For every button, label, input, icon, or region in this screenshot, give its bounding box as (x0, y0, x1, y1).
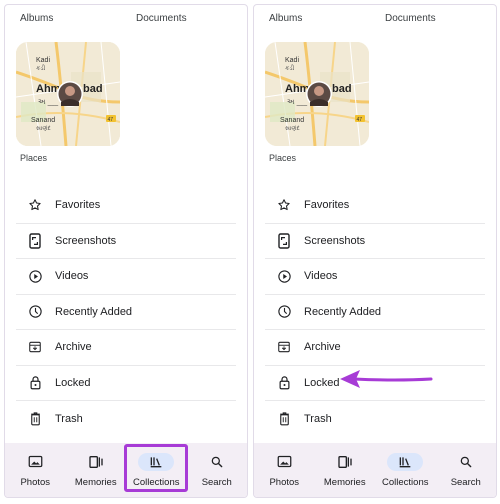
places-label: Places (20, 153, 48, 163)
places-label: Places (269, 153, 297, 163)
list-item-screenshots[interactable]: Screenshots (265, 224, 485, 259)
list-item-label: Locked (304, 376, 340, 389)
collections-highlight-box (124, 444, 188, 492)
list-item-label: Videos (55, 270, 89, 283)
albums-label: Albums (269, 13, 303, 24)
list-item-label: Trash (55, 412, 83, 425)
map-label-city-part1: Ahm (36, 83, 61, 95)
clock-icon (26, 303, 44, 321)
list-item-label: Trash (304, 412, 332, 425)
nav-search-label: Search (201, 476, 232, 488)
list-item-trash[interactable]: Trash (265, 401, 485, 437)
documents-label[interactable]: Documents (136, 13, 187, 24)
list-item-label: Screenshots (304, 234, 366, 247)
map-label-city-part1: Ahm (285, 83, 310, 95)
list-item-screenshots[interactable]: Screenshots (16, 224, 236, 259)
list-item-recently-added[interactable]: Recently Added (265, 295, 485, 330)
right-phone-panel: Albums Documents Kadi કડી Ahm bad અ ___ … (253, 4, 497, 498)
map-label-sanand-script: સાણંદ (285, 125, 301, 132)
star-icon (275, 196, 293, 214)
list-item-label: Favorites (304, 199, 350, 212)
bottom-navigation: Photos Memories Collections Search (254, 443, 496, 497)
nav-search-label: Search (450, 476, 481, 488)
locked-arrow-annotation (340, 370, 433, 388)
memories-icon (78, 453, 114, 471)
map-label-kadi: Kadi (285, 57, 299, 64)
album-header-row: Albums Documents (5, 13, 247, 29)
nav-collections[interactable]: Collections (375, 443, 436, 497)
map-label-kadi: Kadi (36, 57, 50, 64)
map-label-city-part2: bad (332, 83, 352, 95)
list-item-favorites[interactable]: Favorites (16, 188, 236, 224)
lock-icon (275, 374, 293, 392)
map-label-city-part2: bad (83, 83, 103, 95)
list-item-label: Videos (304, 270, 338, 283)
left-phone-panel: Albums Documents Kadi કડી Ahm bad અ ___ … (4, 4, 248, 498)
list-item-label: Archive (55, 341, 92, 354)
lock-icon (26, 374, 44, 392)
list-item-videos[interactable]: Videos (16, 259, 236, 295)
trash-icon (275, 410, 293, 428)
map-label-kadi-script: કડી (285, 64, 295, 72)
list-item-label: Archive (304, 341, 341, 354)
list-item-videos[interactable]: Videos (265, 259, 485, 295)
list-item-label: Recently Added (304, 305, 382, 318)
nav-memories-label: Memories (74, 476, 117, 488)
map-graphic: Kadi કડી Ahm bad અ ___ ાદ Sanand સાણંદ 4… (265, 42, 369, 146)
nav-photos-label: Photos (20, 476, 51, 488)
places-map-thumbnail[interactable]: Kadi કડી Ahm bad અ ___ ાદ Sanand સાણંદ 4… (16, 42, 120, 146)
list-item-label: Favorites (55, 199, 101, 212)
collections-list: Favorites Screenshots Videos Recently Ad… (16, 188, 236, 437)
list-item-recently-added[interactable]: Recently Added (16, 295, 236, 330)
star-icon (26, 196, 44, 214)
nav-collections-label: Collections (382, 476, 429, 488)
clock-icon (275, 303, 293, 321)
nav-photos[interactable]: Photos (254, 443, 315, 497)
map-label-sanand: Sanand (280, 117, 304, 124)
nav-memories[interactable]: Memories (315, 443, 376, 497)
archive-icon (275, 338, 293, 356)
nav-search[interactable]: Search (187, 443, 248, 497)
nav-memories[interactable]: Memories (66, 443, 127, 497)
photo-icon (266, 453, 302, 471)
trash-icon (26, 410, 44, 428)
list-item-label: Screenshots (55, 234, 117, 247)
map-label-sanand-script: સાણંદ (36, 125, 52, 132)
list-item-archive[interactable]: Archive (265, 330, 485, 366)
phone-screenshot-icon (275, 232, 293, 250)
documents-label[interactable]: Documents (385, 13, 436, 24)
memories-icon (327, 453, 363, 471)
list-item-label: Recently Added (55, 305, 133, 318)
nav-memories-label: Memories (323, 476, 366, 488)
places-map-thumbnail[interactable]: Kadi કડી Ahm bad અ ___ ાદ Sanand સાણંદ 4… (265, 42, 369, 146)
nav-photos[interactable]: Photos (5, 443, 66, 497)
map-label-kadi-script: કડી (36, 64, 46, 72)
collections-icon (387, 452, 424, 471)
nav-search[interactable]: Search (436, 443, 497, 497)
list-item-trash[interactable]: Trash (16, 401, 236, 437)
photo-icon (17, 453, 53, 471)
nav-photos-label: Photos (269, 476, 300, 488)
phone-screenshot-icon (26, 232, 44, 250)
map-road-number: 47 (357, 117, 363, 123)
archive-icon (26, 338, 44, 356)
collections-list: Favorites Screenshots Videos Recently Ad… (265, 188, 485, 437)
play-circle-icon (26, 267, 44, 285)
albums-label: Albums (20, 13, 54, 24)
map-road-number: 47 (108, 117, 114, 123)
search-icon (199, 453, 235, 471)
list-item-locked[interactable]: Locked (16, 366, 236, 401)
map-label-sanand: Sanand (31, 117, 55, 124)
map-graphic: Kadi કડી Ahm bad અ ___ ાદ Sanand સાણંદ 4… (16, 42, 120, 146)
search-icon (448, 453, 484, 471)
list-item-archive[interactable]: Archive (16, 330, 236, 366)
album-header-row: Albums Documents (254, 13, 496, 29)
play-circle-icon (275, 267, 293, 285)
list-item-favorites[interactable]: Favorites (265, 188, 485, 224)
list-item-label: Locked (55, 376, 91, 389)
